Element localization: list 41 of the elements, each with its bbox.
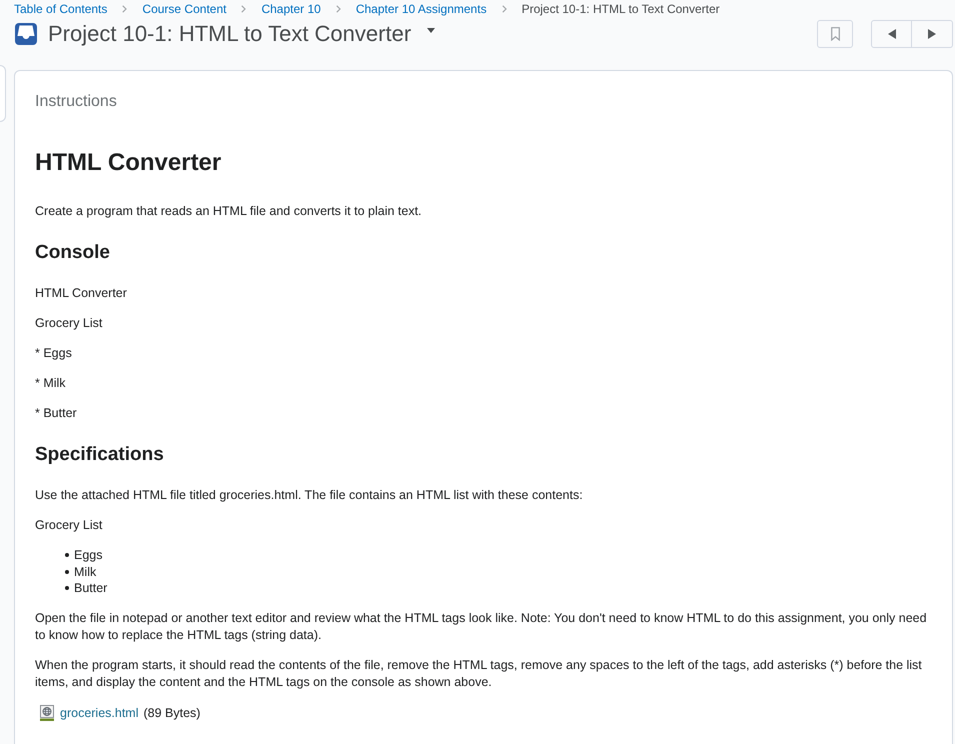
list-item: Milk (74, 564, 96, 580)
list-item: Eggs (74, 547, 102, 564)
paragraph: When the program starts, it should read the contents of the file, remove the HTML tags, remove any spaces to the left of the tags, add asterisks (*) before the list items, and display the content and the HTML tags on the console as shown above. (35, 656, 923, 690)
bullet-icon (65, 570, 69, 574)
title-menu-button[interactable] (425, 26, 438, 34)
paragraph: Grocery List (35, 315, 104, 332)
next-button[interactable] (912, 20, 953, 48)
globe-file-icon (40, 705, 54, 721)
right-triangle-icon (928, 29, 936, 39)
paragraph: Use the attached HTML file titled groceries.html. The file contains an HTML list with these contents: (35, 487, 584, 504)
chevron-icon (502, 4, 507, 12)
paragraph: Open the file in notepad or another text editor and review what the HTML tags look like. Note: You don't need to know HTML to do this assignment, you only need to know how to replace the HTML tags (string data). (35, 610, 928, 644)
section-heading: Specifications (35, 443, 165, 467)
paragraph: Grocery List (35, 517, 104, 534)
bookmark-icon (830, 27, 840, 41)
breadcrumb-link[interactable]: Table of Contents (14, 2, 108, 16)
paragraph: * Milk (35, 375, 67, 392)
page-heading: HTML Converter (35, 148, 222, 178)
list-item: Butter (74, 580, 108, 596)
page-title: Project 10-1: HTML to Text Converter (48, 21, 412, 47)
paragraph: Create a program that reads an HTML file and converts it to plain text. (35, 203, 423, 220)
breadcrumb-link[interactable]: Course Content (142, 2, 226, 16)
chevron-icon (336, 4, 341, 12)
breadcrumb-current-page: Project 10-1: HTML to Text Converter (522, 2, 720, 16)
file-link[interactable]: groceries.html (60, 704, 138, 722)
left-triangle-icon (888, 29, 896, 39)
file-size: (89 Bytes) (144, 704, 200, 722)
paragraph: * Eggs (35, 345, 73, 362)
breadcrumb-link[interactable]: Chapter 10 (261, 2, 321, 16)
chevron-icon (241, 4, 246, 12)
chevron-icon (122, 4, 128, 12)
paragraph: * Butter (35, 405, 78, 422)
inbox-tray-icon (14, 22, 38, 46)
previous-button[interactable] (871, 20, 912, 48)
section-heading: Console (35, 241, 111, 265)
caret-icon (427, 28, 436, 32)
panel-heading: Instructions (35, 92, 118, 112)
bullet-icon (65, 553, 69, 558)
paragraph: HTML Converter (35, 285, 128, 302)
bullet-icon (65, 586, 69, 590)
breadcrumb-link[interactable]: Chapter 10 Assignments (356, 2, 487, 16)
